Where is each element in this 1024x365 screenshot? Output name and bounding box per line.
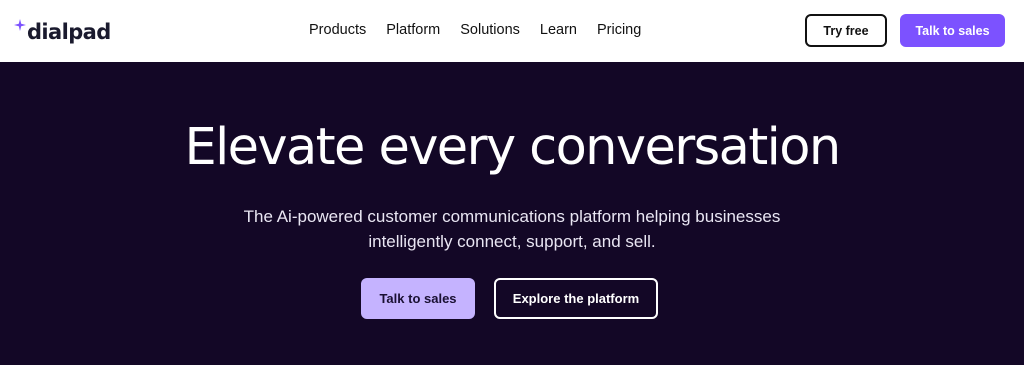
nav-products[interactable]: Products bbox=[309, 20, 366, 40]
hero-section: Elevate every conversation The Ai-powere… bbox=[0, 62, 1024, 365]
nav-pricing[interactable]: Pricing bbox=[597, 20, 641, 40]
try-free-button[interactable]: Try free bbox=[805, 14, 887, 47]
top-navbar: dialpad Products Platform Solutions Lear… bbox=[0, 0, 1024, 62]
hero-subtitle-line-1: The Ai-powered customer communications p… bbox=[243, 207, 781, 226]
explore-platform-button[interactable]: Explore the platform bbox=[494, 278, 658, 319]
nav-learn[interactable]: Learn bbox=[540, 20, 577, 40]
hero-title: Elevate every conversation bbox=[184, 118, 841, 177]
talk-to-sales-button[interactable]: Talk to sales bbox=[900, 14, 1005, 47]
logo-wordmark: dialpad bbox=[27, 20, 111, 44]
nav-solutions[interactable]: Solutions bbox=[460, 20, 520, 40]
hero-talk-to-sales-button[interactable]: Talk to sales bbox=[361, 278, 475, 319]
hero-subtitle-line-2: intelligently connect, support, and sell… bbox=[368, 232, 656, 251]
main-nav: Products Platform Solutions Learn Pricin… bbox=[309, 20, 661, 40]
hero-subtitle: The Ai-powered customer communications p… bbox=[212, 204, 812, 254]
dialpad-logo[interactable]: dialpad bbox=[14, 17, 111, 47]
nav-platform[interactable]: Platform bbox=[386, 20, 440, 40]
sparkle-icon bbox=[14, 19, 26, 31]
